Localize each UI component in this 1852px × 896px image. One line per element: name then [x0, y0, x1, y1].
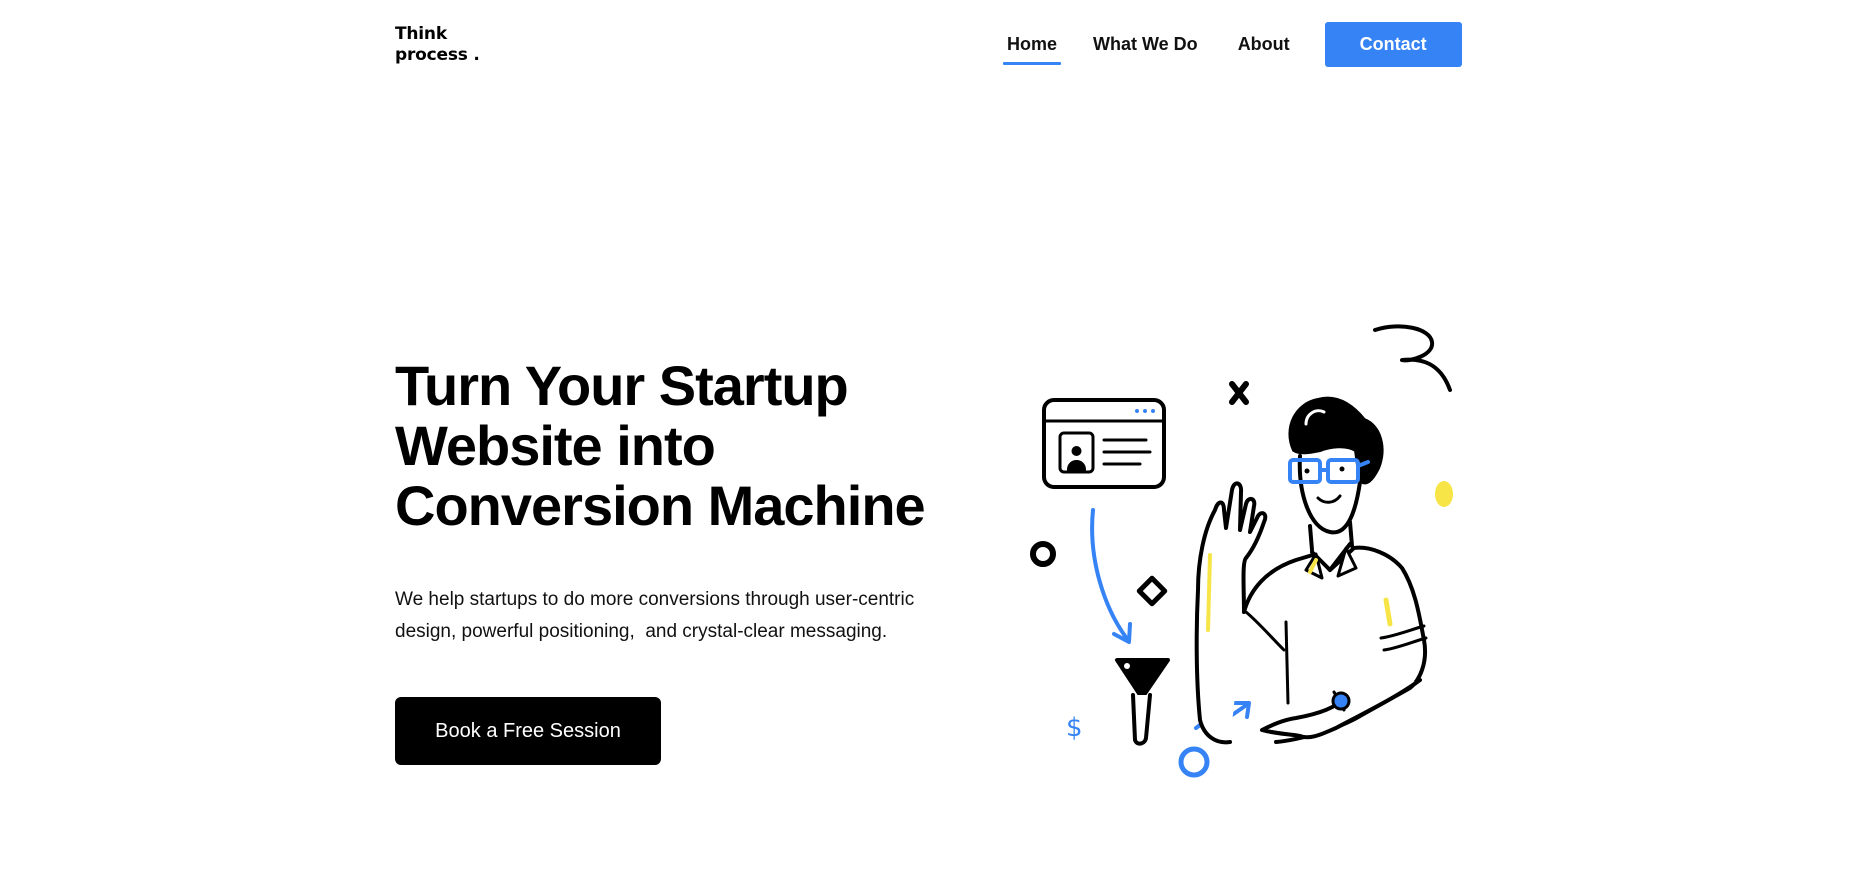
browser-window-icon [1042, 398, 1166, 489]
squiggle-decoration [1373, 324, 1452, 392]
yellow-oval-decoration [1435, 481, 1453, 507]
x-mark-icon [1229, 381, 1249, 405]
circle-decoration [1030, 541, 1056, 567]
hero-illustration: $ [1030, 324, 1453, 778]
logo-line-2: process . [395, 45, 480, 65]
diamond-decoration [1136, 575, 1168, 607]
person-figure [1194, 396, 1428, 745]
hero-subtitle-line-2: design, powerful positioning, and crysta… [395, 621, 888, 642]
logo[interactable]: Think process . [395, 24, 480, 66]
hero-subtitle-line-1: We help startups to do more conversions … [395, 589, 915, 610]
dollar-icon: $ [1066, 713, 1083, 743]
funnel-icon [1115, 658, 1170, 746]
hero-title-line-1: Turn Your Startup [395, 354, 849, 417]
nav-about-link[interactable]: About [1238, 34, 1290, 55]
blue-circle-decoration [1178, 746, 1210, 778]
logo-line-1: Think [395, 24, 447, 44]
contact-button[interactable]: Contact [1324, 21, 1462, 67]
main-nav: Home What We Do About Contact [1002, 21, 1462, 67]
hero-title: Turn Your Startup Website into Conversio… [395, 356, 995, 536]
landing-page: Think process . Home What We Do About Co… [0, 0, 1852, 896]
book-free-session-button[interactable]: Book a Free Session [395, 697, 661, 765]
arrow-down-icon [1090, 508, 1132, 644]
nav-what-we-do-link[interactable]: What We Do [1093, 34, 1198, 55]
hero-title-line-3: Conversion Machine [395, 474, 926, 537]
hero-subtitle: We help startups to do more conversions … [395, 584, 995, 648]
nav-home-link[interactable]: Home [1002, 34, 1062, 65]
hero-title-line-2: Website into [395, 414, 716, 477]
